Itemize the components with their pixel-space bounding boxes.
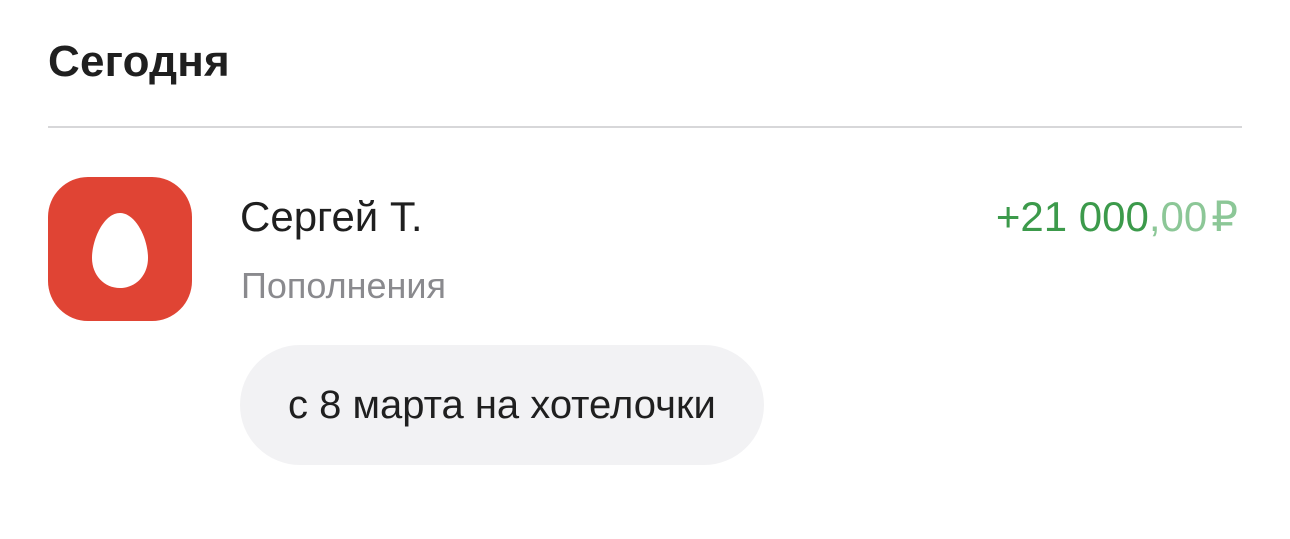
transaction-row[interactable]: Сергей Т. Пополнения +21 000,00₽ с 8 мар… xyxy=(0,0,1290,539)
comment-text: с 8 марта на хотелочки xyxy=(288,383,716,427)
amount-whole: +21 000 xyxy=(995,193,1149,240)
transaction-category: Пополнения xyxy=(241,265,447,306)
currency-sign: ₽ xyxy=(1211,193,1238,240)
amount-fraction: ,00 xyxy=(1148,193,1208,240)
payer-name: Сергей Т. xyxy=(240,193,423,240)
transaction-amount: +21 000,00₽ xyxy=(996,190,1238,244)
comment-bubble: с 8 марта на хотелочки xyxy=(240,345,764,465)
egg-logo-icon xyxy=(92,213,148,288)
payer-avatar xyxy=(48,177,192,321)
